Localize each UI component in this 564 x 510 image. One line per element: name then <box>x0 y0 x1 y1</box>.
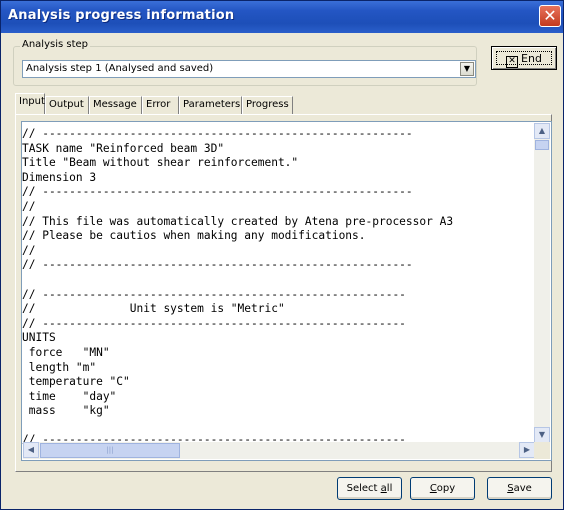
code-line: Title "Beam without shear reinforcement.… <box>22 156 299 170</box>
copy-label-suffix: opy <box>436 483 456 494</box>
tab-input[interactable]: Input <box>15 93 45 114</box>
analysis-step-label: Analysis step <box>20 39 91 50</box>
tab-message[interactable]: Message <box>89 96 142 114</box>
tab-error[interactable]: Error <box>142 96 179 114</box>
dialog-window: Analysis progress information ✕ Analysis… <box>0 0 564 510</box>
code-line: length "m" <box>22 360 97 374</box>
select-all-label-prefix: Select <box>346 483 381 494</box>
tab-progress[interactable]: Progress <box>242 96 293 114</box>
end-button[interactable]: ✕ End <box>491 46 557 70</box>
copy-button[interactable]: Copy <box>410 477 475 500</box>
code-line: mass "kg" <box>22 404 110 418</box>
scrollbar-corner <box>534 442 550 459</box>
tab-output[interactable]: Output <box>45 96 89 114</box>
code-line: temperature "C" <box>22 375 130 389</box>
code-line: // Unit system is "Metric" <box>22 302 285 316</box>
code-line: UNITS <box>22 331 56 345</box>
save-button[interactable]: Save <box>487 477 552 500</box>
code-line: // -------------------------------------… <box>22 287 406 301</box>
close-icon[interactable]: ✕ <box>539 5 561 27</box>
close-box-icon: ✕ <box>506 56 519 68</box>
input-text-area[interactable]: // -------------------------------------… <box>21 121 552 461</box>
code-line: time "day" <box>22 389 117 403</box>
input-file-text: // -------------------------------------… <box>22 127 453 448</box>
code-line: // -------------------------------------… <box>22 316 406 330</box>
scroll-down-icon[interactable]: ▼ <box>534 427 550 443</box>
code-line: // <box>22 243 36 257</box>
code-line: // -------------------------------------… <box>22 185 413 199</box>
tab-parameters[interactable]: Parameters <box>179 96 242 114</box>
horizontal-scrollbar[interactable]: ◀ ||| ▶ <box>23 442 535 459</box>
code-line: // Please be cautios when making any mod… <box>22 229 366 243</box>
code-line: // <box>22 199 36 213</box>
vertical-scroll-thumb[interactable] <box>535 140 549 150</box>
save-label-suffix: ave <box>513 483 532 494</box>
scroll-up-icon[interactable]: ▲ <box>534 123 550 139</box>
code-line: Dimension 3 <box>22 170 97 184</box>
select-all-button[interactable]: Select all <box>337 477 402 500</box>
code-line: // -------------------------------------… <box>22 127 413 140</box>
code-line: force "MN" <box>22 345 110 359</box>
window-title: Analysis progress information <box>8 8 235 23</box>
code-line: TASK name "Reinforced beam 3D" <box>22 141 225 155</box>
scroll-right-icon[interactable]: ▶ <box>519 442 535 458</box>
copy-accelerator: C <box>429 483 437 494</box>
code-line: // This file was automatically created b… <box>22 214 454 228</box>
horizontal-scroll-thumb[interactable]: ||| <box>40 443 180 458</box>
analysis-step-select[interactable]: Analysis step 1 (Analysed and saved) ▼ <box>22 60 476 78</box>
scroll-left-icon[interactable]: ◀ <box>23 442 39 458</box>
dropdown-arrow-icon[interactable]: ▼ <box>460 62 474 76</box>
analysis-step-value: Analysis step 1 (Analysed and saved) <box>26 63 214 74</box>
code-line: // -------------------------------------… <box>22 258 413 272</box>
select-all-label-suffix: ll <box>386 483 393 494</box>
vertical-scrollbar[interactable]: ▲ ▼ <box>534 123 550 443</box>
title-bar[interactable]: Analysis progress information ✕ <box>1 1 563 33</box>
end-button-label: End <box>521 52 542 65</box>
